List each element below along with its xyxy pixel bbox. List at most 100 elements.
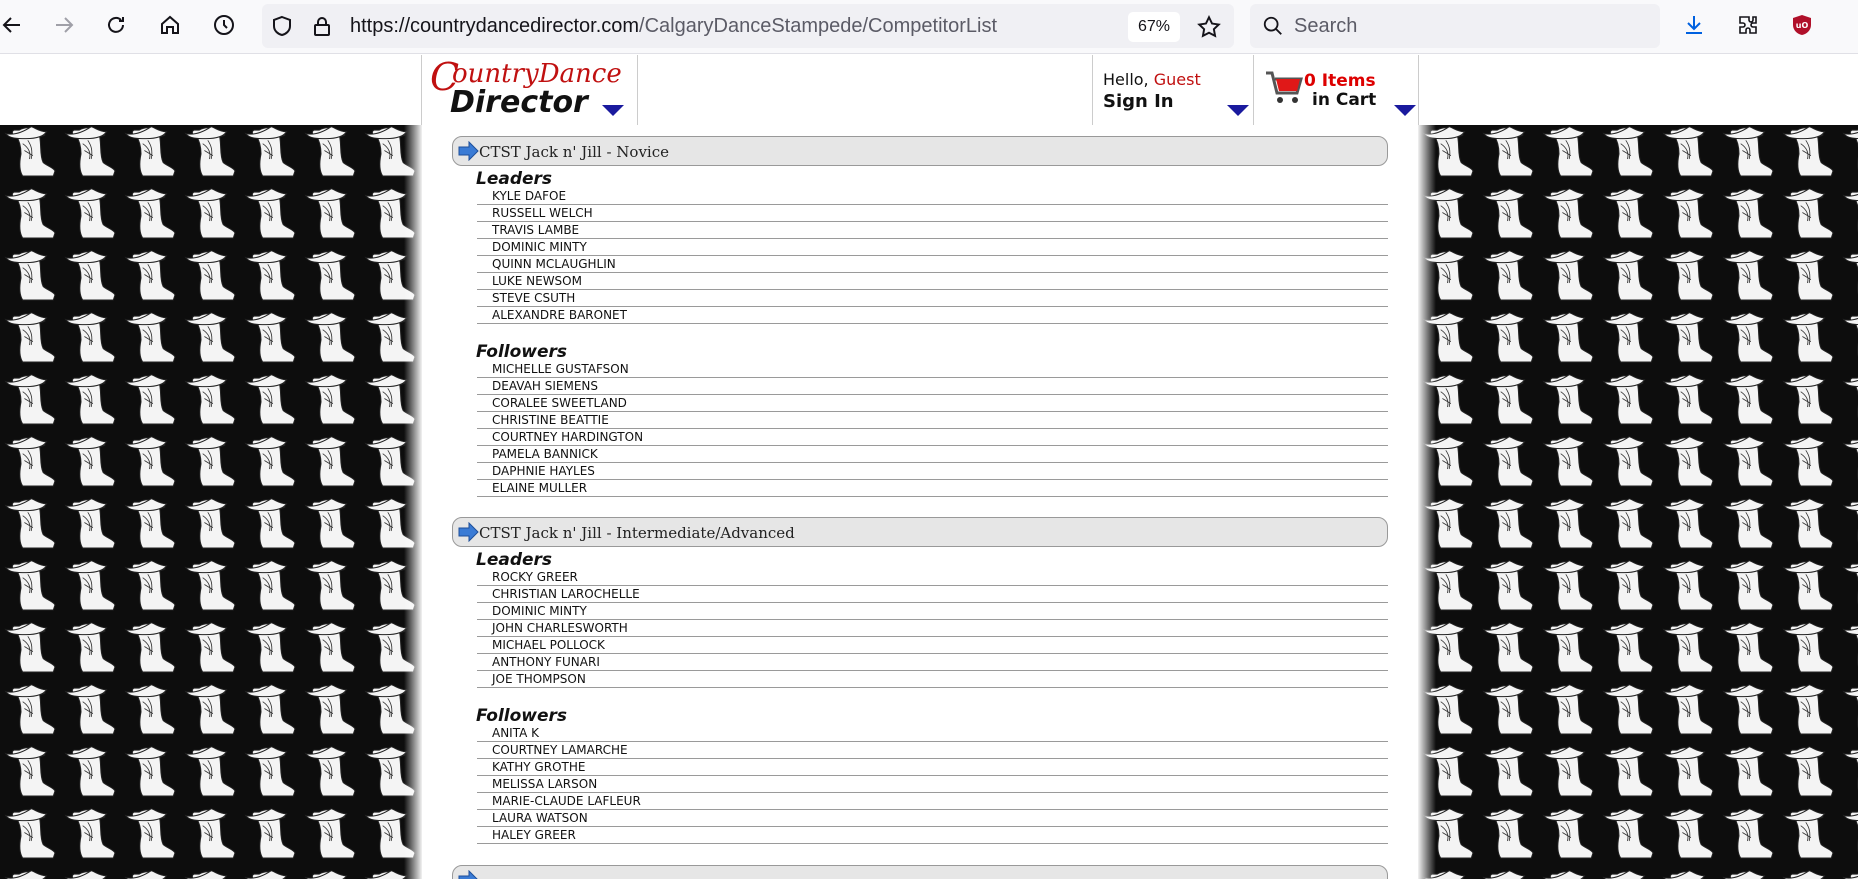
group-heading-leaders: Leaders bbox=[476, 550, 553, 570]
account-chevron-down-icon[interactable] bbox=[1227, 105, 1249, 116]
competitor-name: ELAINE MULLER bbox=[477, 480, 1388, 497]
downloads-button[interactable] bbox=[1676, 7, 1712, 43]
event-header-next[interactable] bbox=[452, 865, 1388, 879]
search-icon bbox=[1263, 16, 1282, 35]
competitor-name: MICHAEL POLLOCK bbox=[477, 637, 1388, 654]
extensions-button[interactable] bbox=[1730, 7, 1766, 43]
arrow-right-icon bbox=[458, 141, 479, 161]
competitor-name: KYLE DAFOE bbox=[477, 188, 1388, 205]
browser-toolbar: https://countrydancedirector.com/Calgary… bbox=[0, 0, 1858, 54]
competitor-name: JOHN CHARLESWORTH bbox=[477, 620, 1388, 637]
competitor-name: ALEXANDRE BARONET bbox=[477, 307, 1388, 324]
background-left bbox=[0, 125, 422, 879]
competitor-name: JOE THOMPSON bbox=[477, 671, 1388, 688]
event-title: CTST Jack n' Jill - Novice bbox=[479, 143, 670, 161]
lock-icon bbox=[314, 17, 330, 36]
leaders-list: KYLE DAFOE RUSSELL WELCH TRAVIS LAMBE DO… bbox=[477, 188, 1388, 324]
competitor-name: HALEY GREER bbox=[477, 827, 1388, 844]
site-menu-chevron-down-icon[interactable] bbox=[602, 105, 624, 116]
competitor-name: LAURA WATSON bbox=[477, 810, 1388, 827]
sign-in-link[interactable]: Sign In bbox=[1103, 91, 1174, 112]
site-header: C ountryDance Director Hello, Guest Sign… bbox=[421, 55, 1419, 125]
competitor-name: STEVE CSUTH bbox=[477, 290, 1388, 307]
event-title: CTST Jack n' Jill - Intermediate/Advance… bbox=[479, 524, 795, 542]
history-button[interactable] bbox=[206, 7, 242, 43]
svg-text:uO: uO bbox=[1796, 21, 1809, 30]
search-bar[interactable]: Search bbox=[1250, 4, 1660, 48]
web-page: C ountryDance Director Hello, Guest Sign… bbox=[0, 55, 1858, 879]
competitor-name: CHRISTINE BEATTIE bbox=[477, 412, 1388, 429]
competitor-name: TRAVIS LAMBE bbox=[477, 222, 1388, 239]
competitor-name: QUINN MCLAUGHLIN bbox=[477, 256, 1388, 273]
arrow-right-icon bbox=[458, 522, 479, 542]
forward-button[interactable] bbox=[46, 7, 82, 43]
background-right bbox=[1418, 125, 1858, 879]
group-heading-leaders: Leaders bbox=[476, 169, 553, 189]
url-text[interactable]: https://countrydancedirector.com/Calgary… bbox=[350, 4, 997, 48]
site-logo[interactable]: C ountryDance Director bbox=[422, 55, 638, 125]
arrow-right-icon bbox=[458, 870, 478, 879]
cart-item-count: 0 Items bbox=[1304, 71, 1376, 91]
competitor-name: MELISSA LARSON bbox=[477, 776, 1388, 793]
reload-icon bbox=[108, 16, 124, 33]
clock-icon bbox=[214, 15, 234, 35]
competitor-name: DOMINIC MINTY bbox=[477, 239, 1388, 256]
tracking-shield-icon bbox=[273, 15, 291, 37]
competitor-name: CHRISTIAN LAROCHELLE bbox=[477, 586, 1388, 603]
account-menu[interactable]: Hello, Guest Sign In bbox=[1092, 55, 1254, 125]
competitor-list: CTST Jack n' Jill - Novice Leaders KYLE … bbox=[422, 125, 1418, 879]
competitor-name: LUKE NEWSOM bbox=[477, 273, 1388, 290]
cowboy-boots-pattern-right bbox=[1418, 125, 1858, 879]
greeting: Hello, Guest bbox=[1103, 70, 1201, 89]
ublock-shield-icon: uO bbox=[1793, 15, 1811, 35]
shopping-cart-icon bbox=[1266, 71, 1303, 103]
followers-list: ANITA K COURTNEY LAMARCHE KATHY GROTHE M… bbox=[477, 725, 1388, 844]
group-heading-followers: Followers bbox=[476, 706, 568, 726]
url-bar[interactable]: https://countrydancedirector.com/Calgary… bbox=[262, 4, 1234, 48]
forward-arrow-icon bbox=[56, 17, 74, 33]
competitor-name: MARIE-CLAUDE LAFLEUR bbox=[477, 793, 1388, 810]
competitor-name: ANTHONY FUNARI bbox=[477, 654, 1388, 671]
competitor-name: ANITA K bbox=[477, 725, 1388, 742]
home-icon bbox=[161, 15, 179, 34]
reload-button[interactable] bbox=[98, 7, 134, 43]
search-placeholder: Search bbox=[1294, 15, 1358, 37]
download-icon bbox=[1686, 16, 1702, 34]
competitor-name: KATHY GROTHE bbox=[477, 759, 1388, 776]
competitor-name: COURTNEY LAMARCHE bbox=[477, 742, 1388, 759]
bookmark-star-icon[interactable] bbox=[1196, 14, 1222, 40]
puzzle-icon bbox=[1739, 16, 1757, 34]
url-path: /CalgaryDanceStampede/CompetitorList bbox=[639, 15, 997, 37]
cowboy-boots-pattern-left bbox=[0, 125, 422, 879]
back-arrow-icon bbox=[2, 17, 20, 33]
cart-label: in Cart bbox=[1312, 90, 1377, 110]
event-header-intermediate-advanced[interactable]: CTST Jack n' Jill - Intermediate/Advance… bbox=[452, 517, 1388, 547]
competitor-name: RUSSELL WELCH bbox=[477, 205, 1388, 222]
followers-list: MICHELLE GUSTAFSON DEAVAH SIEMENS CORALE… bbox=[477, 361, 1388, 497]
competitor-name: DAPHNIE HAYLES bbox=[477, 463, 1388, 480]
zoom-level-button[interactable]: 67% bbox=[1128, 12, 1180, 42]
cowboy-boot-icon bbox=[0, 125, 422, 879]
competitor-name: ROCKY GREER bbox=[477, 569, 1388, 586]
competitor-name: COURTNEY HARDINGTON bbox=[477, 429, 1388, 446]
competitor-name: DOMINIC MINTY bbox=[477, 603, 1388, 620]
back-button[interactable] bbox=[0, 7, 30, 43]
hello-label: Hello, bbox=[1103, 70, 1149, 89]
content-shadow-right bbox=[1418, 125, 1436, 879]
competitor-name: PAMELA BANNICK bbox=[477, 446, 1388, 463]
group-heading-followers: Followers bbox=[476, 342, 568, 362]
leaders-list: ROCKY GREER CHRISTIAN LAROCHELLE DOMINIC… bbox=[477, 569, 1388, 688]
cart-menu[interactable]: 0 Items in Cart bbox=[1254, 55, 1420, 125]
cowboy-boot-icon bbox=[1418, 125, 1858, 879]
cart-chevron-down-icon[interactable] bbox=[1394, 105, 1416, 116]
competitor-name: MICHELLE GUSTAFSON bbox=[477, 361, 1388, 378]
guest-name: Guest bbox=[1153, 70, 1201, 89]
competitor-name: DEAVAH SIEMENS bbox=[477, 378, 1388, 395]
content-shadow-left bbox=[404, 125, 422, 879]
ublock-button[interactable]: uO bbox=[1784, 7, 1820, 43]
url-domain: https://countrydancedirector.com bbox=[350, 15, 640, 37]
competitor-name: CORALEE SWEETLAND bbox=[477, 395, 1388, 412]
logo-line2: Director bbox=[450, 85, 588, 120]
home-button[interactable] bbox=[152, 7, 188, 43]
event-header-novice[interactable]: CTST Jack n' Jill - Novice bbox=[452, 136, 1388, 166]
